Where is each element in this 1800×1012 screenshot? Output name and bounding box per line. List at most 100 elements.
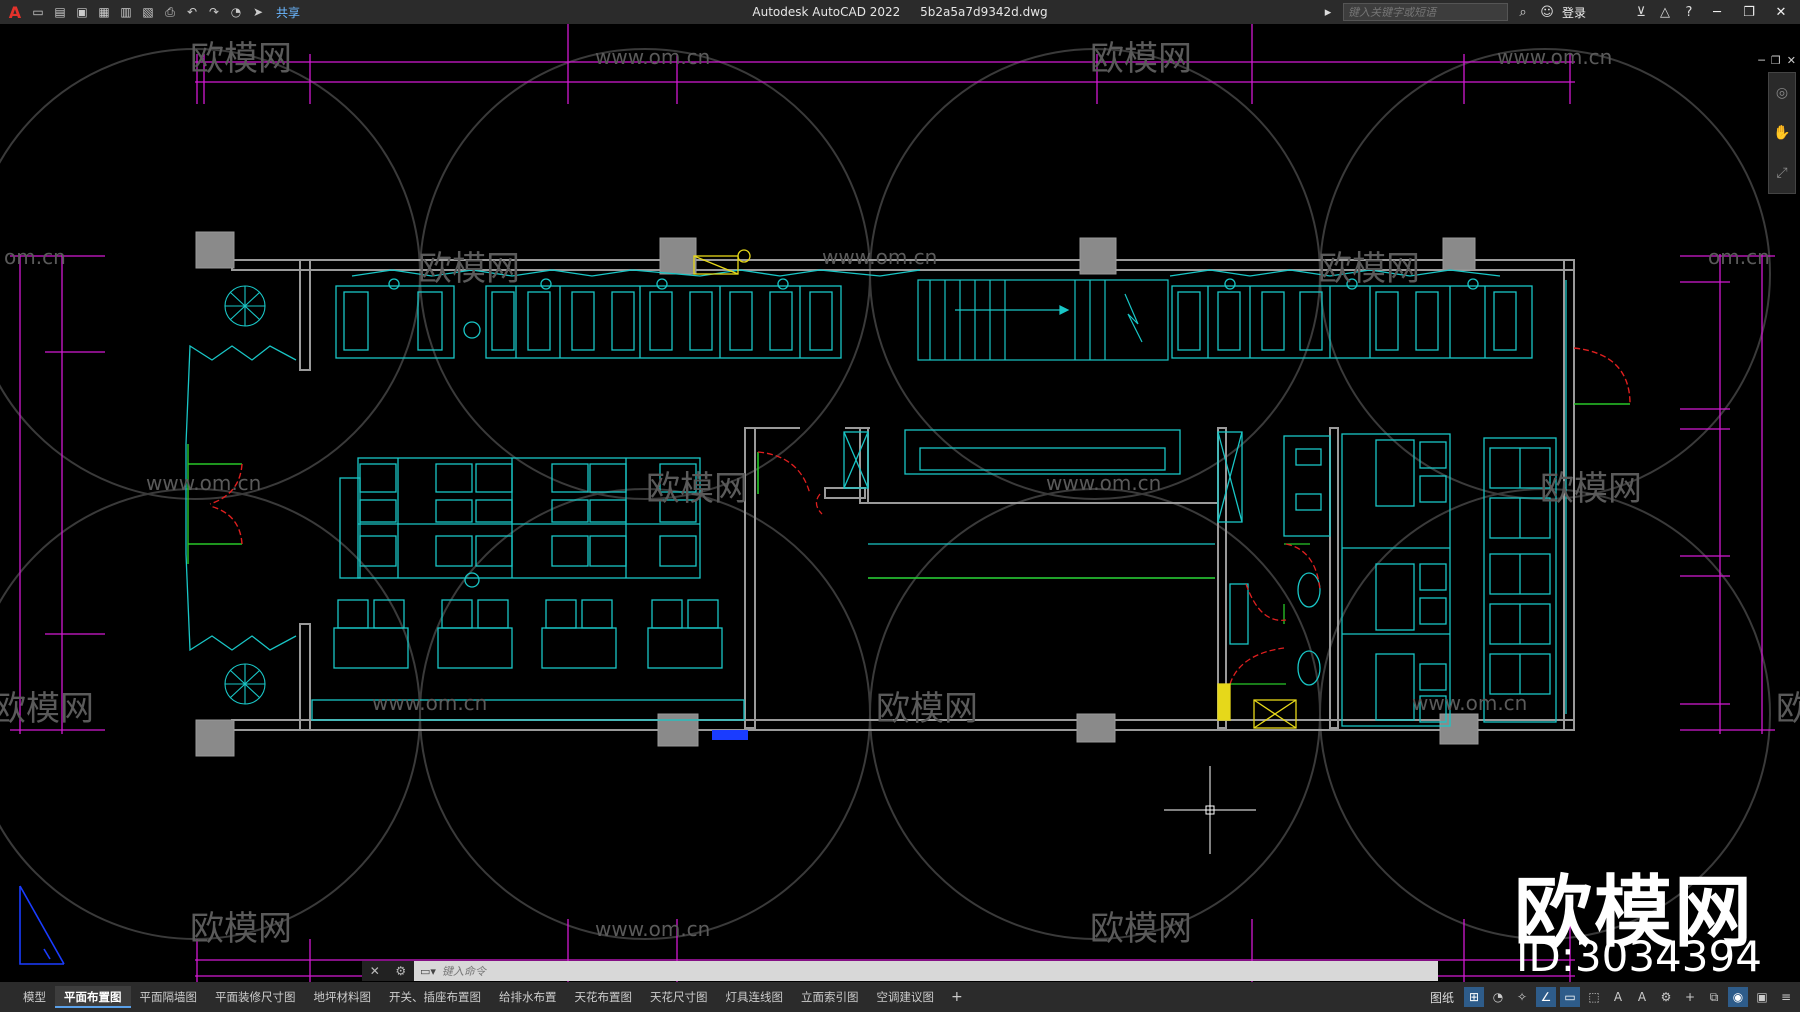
- share-button[interactable]: 共享: [276, 4, 300, 21]
- expand-arrow-icon[interactable]: ▸: [1319, 3, 1337, 21]
- watermark-brand-text: 欧模网: [1776, 689, 1800, 729]
- clean-screen-icon[interactable]: ▣: [1752, 987, 1772, 1007]
- viewport-controls: ─ ❐ ✕: [1758, 54, 1796, 67]
- layout-tab[interactable]: 模型: [14, 986, 55, 1008]
- annotation-scale-icon[interactable]: A: [1632, 987, 1652, 1007]
- save-icon[interactable]: ▣: [72, 2, 92, 22]
- watermark-brand-text: 欧模网: [1090, 909, 1192, 949]
- crosshair-icon: [1164, 766, 1256, 854]
- zoom-extents-icon[interactable]: ⤢: [1776, 165, 1787, 181]
- layout-tab[interactable]: 灯具连线图: [717, 986, 793, 1008]
- watermark-brand-text: 欧模网: [190, 909, 292, 949]
- watermark-brand-text: 欧模网: [646, 469, 748, 509]
- blue-marker: [712, 730, 748, 740]
- close-icon[interactable]: ✕: [1768, 1, 1794, 23]
- help-icon[interactable]: ?: [1680, 3, 1698, 21]
- watermark-side-text: om.cn: [1708, 245, 1770, 269]
- watermark-id: ID:3034394: [1516, 932, 1762, 981]
- login-button[interactable]: 登录: [1562, 4, 1586, 21]
- polar-icon[interactable]: ◔: [1488, 987, 1508, 1007]
- watermark-site-text: www.om.cn: [595, 917, 710, 941]
- watermark-side-text: om.cn: [4, 245, 66, 269]
- watermark-brand-text: 欧模网: [876, 689, 978, 729]
- floor-plan-drawing: www.om.cn www.om.cn www.om.cn www.om.cn …: [0, 24, 1800, 982]
- search-input[interactable]: [1342, 3, 1508, 21]
- viewport-close-icon[interactable]: ✕: [1787, 54, 1796, 67]
- minimize-icon[interactable]: ─: [1704, 1, 1730, 23]
- layout-tab[interactable]: 立面索引图: [792, 986, 868, 1008]
- watermark-site-text: www.om.cn: [372, 691, 487, 715]
- command-line: ✕ ⚙ ▭▾ 键入命令: [362, 961, 1438, 981]
- add-layout-icon[interactable]: +: [943, 989, 971, 1005]
- watermark-texts: www.om.cn www.om.cn www.om.cn www.om.cn …: [0, 39, 1800, 949]
- restroom-doors: [1229, 543, 1321, 685]
- open-web-icon[interactable]: ▥: [116, 2, 136, 22]
- viewport-restore-icon[interactable]: ❐: [1771, 54, 1781, 67]
- watermark-site-text: www.om.cn: [146, 471, 261, 495]
- walls: [231, 259, 1575, 731]
- command-close-icon[interactable]: ✕: [370, 964, 380, 978]
- cart-icon[interactable]: ⊻: [1632, 3, 1650, 21]
- command-line-tools: ✕ ⚙: [362, 961, 414, 981]
- plus-icon[interactable]: +: [1680, 987, 1700, 1007]
- watermark-site-text: www.om.cn: [1046, 471, 1161, 495]
- snap-icon[interactable]: ⊞: [1464, 987, 1484, 1007]
- save-web-icon[interactable]: ▧: [138, 2, 158, 22]
- watermark-brand-text: 欧模网: [1540, 469, 1642, 509]
- top-booths-right: [1171, 285, 1533, 359]
- watermark-site-text: www.om.cn: [595, 45, 710, 69]
- command-prompt-icon: ▭▾: [420, 964, 436, 978]
- restore-icon[interactable]: ❐: [1736, 1, 1762, 23]
- exterior-door: [1573, 347, 1631, 405]
- autodesk-app-icon[interactable]: △: [1656, 3, 1674, 21]
- yellow-equipment: [693, 249, 1297, 729]
- save-as-icon[interactable]: ▦: [94, 2, 114, 22]
- layout-tab[interactable]: 天花布置图: [566, 986, 642, 1008]
- layout-tab[interactable]: 天花尺寸图: [641, 986, 717, 1008]
- otrack-icon[interactable]: ∠: [1536, 987, 1556, 1007]
- annotation-icon[interactable]: A: [1608, 987, 1628, 1007]
- top-booths-left: [335, 285, 842, 359]
- entrance-doors: [187, 444, 243, 564]
- print-icon[interactable]: ⎙: [160, 2, 180, 22]
- watermark-brand-text: 欧模网: [1318, 249, 1420, 289]
- redo-icon[interactable]: ↷: [204, 2, 224, 22]
- layout-tabs: 模型 平面布置图 平面隔墙图 平面装修尺寸图 地坪材料图 开关、插座布置图 给排水布置 天花布…: [0, 982, 971, 1012]
- share-send-icon[interactable]: ➤: [248, 2, 268, 22]
- viewport-minimize-icon[interactable]: ─: [1758, 54, 1765, 67]
- open-folder-icon[interactable]: ▤: [50, 2, 70, 22]
- customize-menu-icon[interactable]: ≡: [1776, 987, 1796, 1007]
- user-icon[interactable]: ☺: [1538, 3, 1556, 21]
- undo-icon[interactable]: ↶: [182, 2, 202, 22]
- layout-tab[interactable]: 给排水布置: [490, 986, 566, 1008]
- drawing-canvas[interactable]: www.om.cn www.om.cn www.om.cn www.om.cn …: [0, 24, 1800, 982]
- osnap-icon[interactable]: ✧: [1512, 987, 1532, 1007]
- layout-tab[interactable]: 平面隔墙图: [131, 986, 207, 1008]
- search-icon[interactable]: ⌕: [1514, 3, 1532, 21]
- autocad-logo-icon[interactable]: A: [4, 1, 26, 23]
- workspace-icon[interactable]: ◔: [226, 2, 246, 22]
- quick-access-toolbar: A ▭ ▤ ▣ ▦ ▥ ▧ ⎙ ↶ ↷ ◔ ➤ 共享: [0, 0, 300, 24]
- command-customize-icon[interactable]: ⚙: [395, 964, 406, 978]
- lineweight-icon[interactable]: ▭: [1560, 987, 1580, 1007]
- steering-wheel-icon[interactable]: ◎: [1776, 85, 1788, 101]
- watermark-brand-text: 欧模网: [418, 249, 520, 289]
- command-input[interactable]: ▭▾ 键入命令: [414, 961, 1438, 981]
- status-bar: 模型 平面布置图 平面隔墙图 平面装修尺寸图 地坪材料图 开关、插座布置图 给排水布置 天花布…: [0, 982, 1800, 1012]
- isolate-icon[interactable]: ⧉: [1704, 987, 1724, 1007]
- title-bar: A ▭ ▤ ▣ ▦ ▥ ▧ ⎙ ↶ ↷ ◔ ➤ 共享 Autodesk Auto…: [0, 0, 1800, 24]
- paper-space-label[interactable]: 图纸: [1430, 989, 1454, 1006]
- command-placeholder: 键入命令: [441, 965, 486, 978]
- selection-icon[interactable]: ⬚: [1584, 987, 1604, 1007]
- layout-tab[interactable]: 平面装修尺寸图: [206, 986, 305, 1008]
- watermark-site-text: www.om.cn: [1497, 45, 1612, 69]
- hardware-acceleration-icon[interactable]: ◉: [1728, 987, 1748, 1007]
- workspace-gear-icon[interactable]: ⚙: [1656, 987, 1676, 1007]
- layout-tab[interactable]: 开关、插座布置图: [380, 986, 490, 1008]
- layout-tab[interactable]: 地坪材料图: [305, 986, 381, 1008]
- status-tools: 图纸 ⊞ ◔ ✧ ∠ ▭ ⬚ A A ⚙ + ⧉ ◉ ▣ ≡: [1430, 982, 1796, 1012]
- pan-icon[interactable]: ✋: [1773, 125, 1790, 141]
- new-file-icon[interactable]: ▭: [28, 2, 48, 22]
- layout-tab[interactable]: 平面布置图: [55, 986, 131, 1008]
- layout-tab[interactable]: 空调建议图: [868, 986, 944, 1008]
